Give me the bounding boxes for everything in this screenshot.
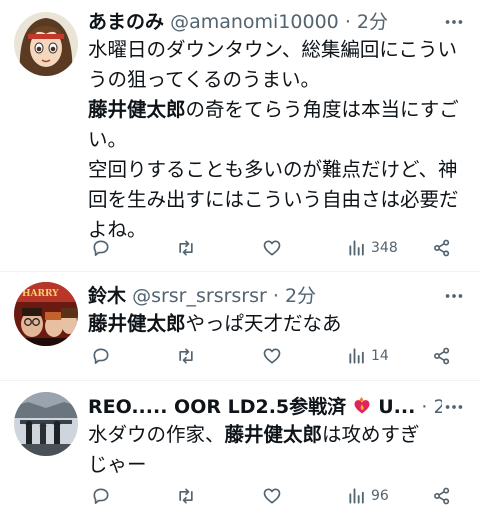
retweet-icon: [179, 240, 193, 256]
retweet-icon: [179, 348, 193, 364]
tweet[interactable]: HARRY 鈴木 @srsr_srsrsrsr · 2分 藤井健太郎やっぱ天才だ…: [0, 272, 480, 380]
tweet-line: 回を生み出すにはこういう自由さは必要だ: [88, 188, 459, 211]
more-options-icon[interactable]: [442, 283, 466, 309]
views-button[interactable]: 348: [347, 236, 398, 260]
reply-icon: [93, 488, 109, 504]
tweet-line: 水曜日のダウンタウン、総集編回にこうい: [88, 38, 457, 61]
svg-text:HARRY: HARRY: [22, 289, 59, 299]
more-options-icon[interactable]: [442, 9, 466, 35]
views-button[interactable]: 14: [347, 344, 389, 368]
user-handle[interactable]: @srsr_srsrsrsr: [132, 285, 267, 307]
reply-button[interactable]: [91, 484, 111, 508]
stage-photo-avatar-icon: [14, 392, 78, 456]
user-handle[interactable]: @amanomi10000: [170, 11, 339, 33]
tweet[interactable]: REO..... OOR LD2.5参戦済 U... · 2分 水ダウの作家、藤…: [0, 381, 480, 518]
tweet[interactable]: あまのみ @amanomi10000 · 2分 水曜日のダウンタウン、総集編回に…: [0, 0, 480, 270]
tweet-header: あまのみ @amanomi10000 · 2分: [88, 9, 480, 35]
reply-icon: [93, 240, 109, 256]
share-button[interactable]: [432, 484, 452, 508]
tweet-line: じゃー: [88, 453, 147, 476]
more-options-icon[interactable]: [442, 394, 466, 420]
separator-dot: ·: [421, 396, 428, 418]
share-button[interactable]: [432, 344, 452, 368]
tweet-line: い。: [88, 128, 128, 151]
reply-button[interactable]: [91, 236, 111, 260]
anime-girl-avatar-icon: [14, 12, 78, 76]
like-button[interactable]: [262, 484, 282, 508]
reply-button[interactable]: [91, 344, 111, 368]
retweet-button[interactable]: [176, 236, 196, 260]
tweet-line: 空回りすることも多いのが難点だけど、神: [88, 158, 458, 181]
action-bar: 96: [88, 484, 460, 508]
tweet-line: 藤井健太郎やっぱ天才だなあ: [88, 312, 342, 335]
tweet-text: 藤井健太郎やっぱ天才だなあ: [88, 309, 470, 339]
bold-name: 藤井健太郎: [224, 423, 323, 446]
retweet-icon: [179, 488, 193, 504]
retweet-button[interactable]: [176, 484, 196, 508]
tweet-text: 水ダウの作家、藤井健太郎は攻めすぎ じゃー: [88, 420, 470, 480]
tweet-text: 水曜日のダウンタウン、総集編回にこうい うの狙ってくるのうまい。 藤井健太郎の奇…: [88, 35, 470, 245]
retweet-button[interactable]: [176, 344, 196, 368]
heart-icon: [263, 348, 281, 364]
display-name[interactable]: 鈴木: [88, 285, 126, 307]
tweet-line: 藤井健太郎の奇をてらう角度は本当にすご: [88, 98, 459, 121]
views-count: 14: [371, 348, 389, 364]
display-name-truncated[interactable]: U...: [378, 396, 415, 418]
share-icon: [434, 239, 450, 257]
like-button[interactable]: [262, 236, 282, 260]
fire-heart-icon: [352, 396, 372, 416]
reply-icon: [93, 348, 109, 364]
views-icon: [349, 348, 364, 364]
tweet-line: うの狙ってくるのうまい。: [88, 68, 321, 91]
views-icon: [349, 240, 364, 256]
action-bar: 348: [88, 236, 460, 260]
avatar[interactable]: [14, 392, 78, 456]
timestamp[interactable]: 2分: [285, 285, 316, 307]
like-button[interactable]: [262, 344, 282, 368]
bold-name: 藤井健太郎: [88, 312, 186, 335]
share-icon: [434, 487, 450, 505]
views-count: 96: [371, 488, 389, 504]
heart-icon: [263, 488, 281, 504]
tweet-header: REO..... OOR LD2.5参戦済 U... · 2分: [88, 394, 480, 420]
tweet-header: 鈴木 @srsr_srsrsrsr · 2分: [88, 283, 480, 309]
heart-icon: [263, 240, 281, 256]
separator-dot: ·: [344, 11, 351, 33]
action-bar: 14: [88, 344, 460, 368]
display-name[interactable]: あまのみ: [88, 11, 164, 33]
views-count: 348: [371, 240, 398, 256]
separator-dot: ·: [272, 285, 279, 307]
views-button[interactable]: 96: [347, 484, 389, 508]
share-button[interactable]: [432, 236, 452, 260]
avatar[interactable]: HARRY: [14, 282, 78, 346]
tweet-line: 水ダウの作家、藤井健太郎は攻めすぎ: [88, 423, 420, 446]
timestamp[interactable]: 2分: [357, 11, 388, 33]
avatar[interactable]: [14, 12, 78, 76]
display-name[interactable]: REO..... OOR LD2.5参戦済: [88, 396, 346, 418]
bold-name: 藤井健太郎: [88, 98, 186, 121]
views-icon: [349, 488, 364, 504]
share-icon: [434, 347, 450, 365]
movie-poster-avatar-icon: HARRY: [14, 282, 78, 346]
